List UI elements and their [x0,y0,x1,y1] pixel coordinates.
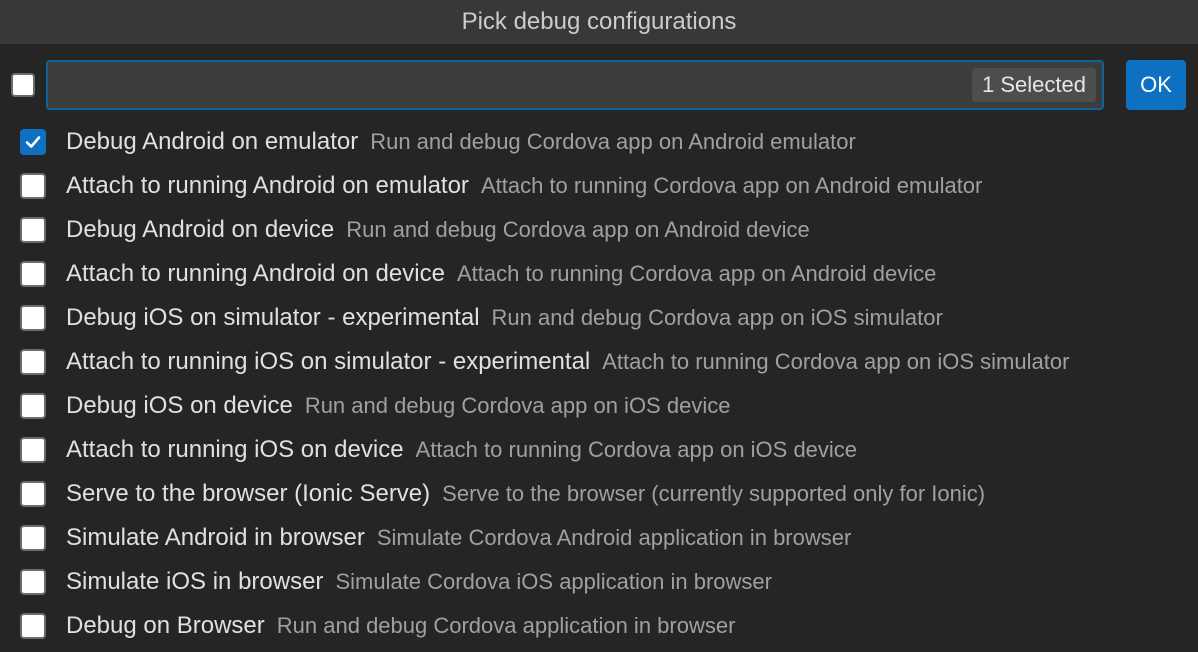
filter-input[interactable] [58,68,962,104]
list-item[interactable]: Debug on Browser Run and debug Cordova ap… [0,604,1198,648]
item-description: Attach to running Cordova app on Android… [456,261,937,286]
list-item[interactable]: Debug Android on device Run and debug Cor… [0,208,1198,252]
list-item[interactable]: Attach to running iOS on simulator - exp… [0,340,1198,384]
item-label: Debug iOS on device [66,392,293,419]
item-label: Serve to the browser (Ionic Serve) [66,480,431,507]
list-item[interactable]: Debug iOS on device Run and debug Cordova… [0,384,1198,428]
item-checkbox[interactable] [20,129,46,155]
filter-box[interactable]: 1 Selected [46,60,1104,110]
list-item[interactable]: Serve to the browser (Ionic Serve) Serve … [0,472,1198,516]
item-label: Debug Android on emulator [66,128,359,155]
item-label: Attach to running iOS on device [66,436,404,463]
item-description: Run and debug Cordova app on iOS device [304,393,731,418]
item-label: Attach to running iOS on simulator - exp… [66,348,591,375]
dialog-title: Pick debug configurations [461,8,737,35]
item-checkbox[interactable] [20,437,46,463]
item-description: Run and debug Cordova application in bro… [276,613,736,638]
item-label: Debug iOS on simulator - experimental [66,304,480,331]
item-label: Debug Android on device [66,216,335,243]
item-description: Simulate Cordova iOS application in brow… [335,569,772,594]
item-checkbox[interactable] [20,305,46,331]
selected-count-badge: 1 Selected [972,68,1096,102]
item-description: Attach to running Cordova app on Android… [480,173,983,198]
item-checkbox[interactable] [20,525,46,551]
item-description: Attach to running Cordova app on iOS sim… [602,349,1070,374]
filter-row: 1 Selected OK [0,60,1198,110]
list-item[interactable]: Debug iOS on simulator - experimental Run… [0,296,1198,340]
list-item[interactable]: Simulate Android in browser Simulate Cord… [0,516,1198,560]
select-all-checkbox[interactable] [11,73,35,97]
item-label: Attach to running Android on emulator [66,172,469,199]
item-checkbox[interactable] [20,613,46,639]
item-checkbox[interactable] [20,569,46,595]
item-checkbox[interactable] [20,481,46,507]
item-description: Simulate Cordova Android application in … [376,525,852,550]
item-description: Run and debug Cordova app on Android dev… [346,217,810,242]
item-checkbox[interactable] [20,173,46,199]
list-item[interactable]: Simulate iOS in browser Simulate Cordova … [0,560,1198,604]
item-label: Simulate Android in browser [66,524,365,551]
list-item[interactable]: Attach to running iOS on device Attach to… [0,428,1198,472]
quick-pick-dialog: Pick debug configurations 1 Selected OK … [0,0,1198,652]
item-checkbox[interactable] [20,393,46,419]
item-checkbox[interactable] [20,261,46,287]
item-checkbox[interactable] [20,349,46,375]
list-item[interactable]: Debug Android on emulator Run and debug C… [0,120,1198,164]
item-checkbox[interactable] [20,217,46,243]
item-label: Attach to running Android on device [66,260,445,287]
list-item[interactable]: Attach to running Android on emulator Att… [0,164,1198,208]
title-bar: Pick debug configurations [0,0,1198,44]
list-item[interactable]: Attach to running Android on device Attac… [0,252,1198,296]
ok-button[interactable]: OK [1126,60,1186,110]
item-description: Run and debug Cordova app on iOS simulat… [491,305,943,330]
item-label: Debug on Browser [66,612,265,639]
checkmark-icon [25,136,41,148]
item-label: Simulate iOS in browser [66,568,324,595]
item-description: Run and debug Cordova app on Android emu… [370,129,856,154]
item-description: Attach to running Cordova app on iOS dev… [415,437,858,462]
item-description: Serve to the browser (currently supporte… [442,481,986,506]
configuration-list: Debug Android on emulator Run and debug C… [0,120,1198,648]
